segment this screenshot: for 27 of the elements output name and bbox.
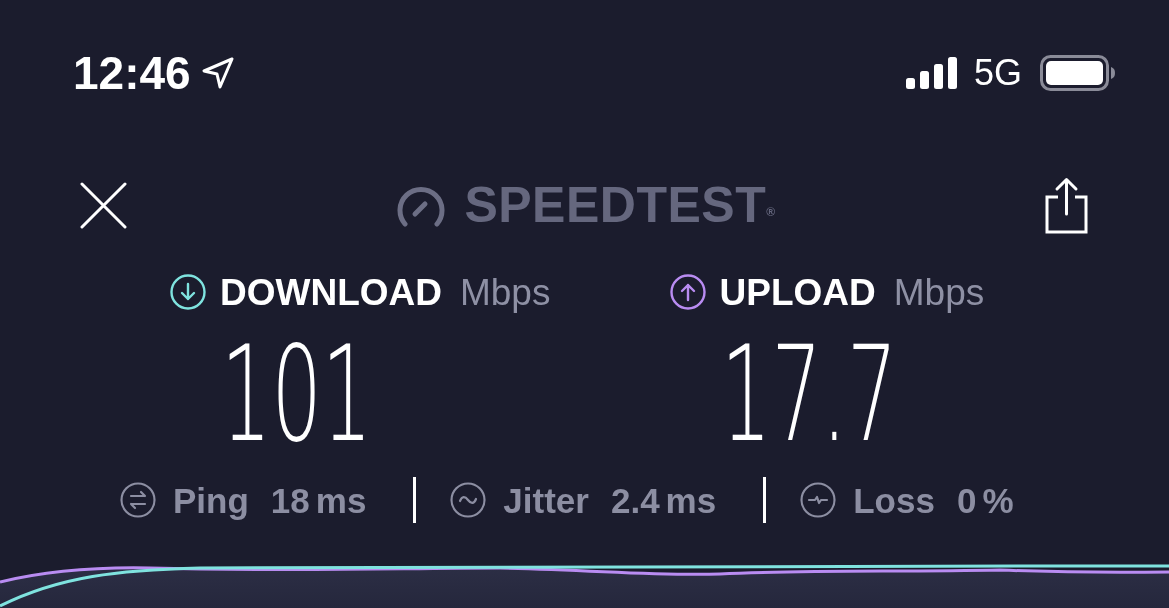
result-label: DOWNLOAD (220, 273, 442, 311)
unit-label: Mbps (893, 273, 985, 311)
clock-time: 12:46 (73, 50, 191, 96)
close-button[interactable] (80, 181, 127, 229)
location-arrow-icon (200, 56, 235, 90)
stat-unit: ms (665, 482, 717, 518)
wave-icon (450, 482, 487, 518)
stat-value: 18 (270, 482, 310, 518)
result-value: 101 (221, 328, 373, 460)
two-arrows-icon (120, 482, 156, 518)
stat-unit: % (982, 482, 1014, 518)
battery-icon (1040, 55, 1115, 91)
network-type: 5G (973, 55, 1022, 91)
stat-value: 0 (956, 482, 977, 518)
speedtest-logo-text: SPEEDTEST$^{®}$ (464, 180, 776, 230)
signal-bars-icon (905, 57, 957, 89)
stat-label: Ping (173, 482, 249, 518)
stat-unit: ms (315, 482, 367, 518)
stat-value: 2.4 (610, 482, 660, 518)
unit-label: Mbps (459, 273, 551, 311)
share-icon (1045, 176, 1088, 234)
close-icon (80, 181, 127, 229)
stat-label: Jitter (503, 482, 589, 518)
result-value: 17.7 (720, 328, 897, 460)
share-button[interactable] (1045, 176, 1088, 234)
result-label: UPLOAD (719, 273, 876, 311)
stat-label: Loss (853, 482, 935, 518)
